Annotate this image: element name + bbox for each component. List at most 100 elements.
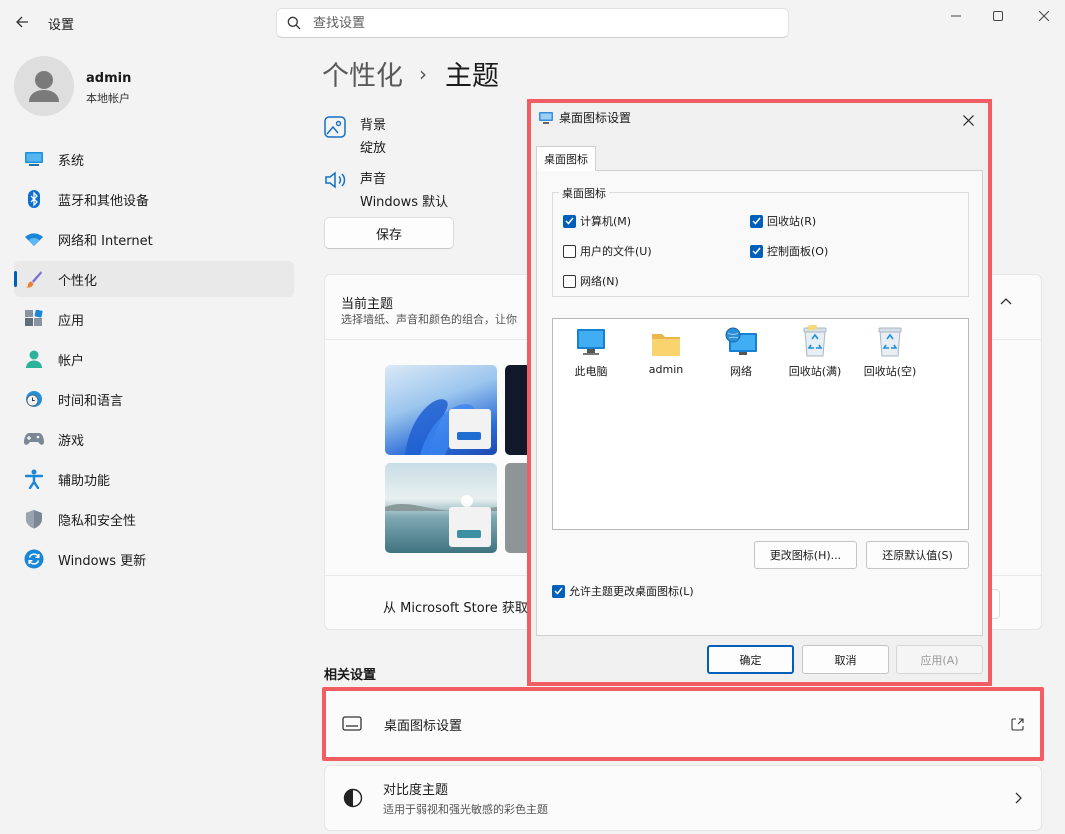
checkbox-box[interactable] [563, 274, 576, 288]
nav-label: Windows 更新 [58, 553, 147, 569]
thumbnail-window-preview [449, 507, 491, 547]
bluetooth-icon [24, 189, 44, 209]
checkbox-box[interactable] [563, 214, 576, 228]
dialog-tab-panel: 桌面图标 计算机(M) 回收站(R) 用户的文件(U) 控制面板(O) 网络(N… [536, 170, 983, 636]
checkbox-label: 网络(N) [580, 275, 619, 288]
current-theme-subtitle: 选择墙纸、声音和颜色的组合，让你 [341, 313, 517, 326]
contrast-themes-subtitle: 适用于弱视和强光敏感的彩色主题 [383, 803, 548, 816]
checkbox-computer[interactable]: 计算机(M) [563, 213, 631, 229]
app-title: 设置 [48, 18, 75, 33]
breadcrumb-separator: › [419, 61, 427, 86]
apply-button[interactable]: 应用(A) [896, 645, 983, 674]
speaker-icon [324, 170, 348, 190]
sound-title: 声音 [360, 172, 387, 187]
breadcrumb-parent[interactable]: 个性化 [322, 54, 403, 93]
dialog-close-button[interactable] [956, 109, 980, 131]
desktop-icon [342, 716, 362, 732]
contrast-themes-link[interactable]: 对比度主题 适用于弱视和强光敏感的彩色主题 [324, 765, 1042, 831]
cancel-button[interactable]: 取消 [802, 645, 889, 674]
nav-item-privacy[interactable]: 隐私和安全性 [14, 501, 294, 537]
wifi-icon [24, 229, 44, 249]
theme-thumbnail-windows-dark[interactable] [505, 365, 527, 455]
theme-thumbnail-captured-motion[interactable] [505, 463, 527, 553]
folder-icon [651, 323, 681, 357]
close-icon [962, 114, 974, 126]
restore-default-button[interactable]: 还原默认值(S) [866, 541, 969, 569]
save-theme-button[interactable]: 保存 [324, 217, 454, 249]
checkbox-allow-theme-change[interactable]: 允许主题更改桌面图标(L) [552, 583, 694, 599]
checkbox-box[interactable] [750, 244, 763, 258]
user-name: admin [86, 71, 132, 86]
theme-thumbnail-glow[interactable] [385, 463, 497, 553]
icon-label: admin [648, 363, 684, 376]
nav-item-apps[interactable]: 应用 [14, 301, 294, 337]
nav-label: 时间和语言 [58, 393, 124, 409]
page-title: 主题 [445, 61, 499, 92]
nav-label: 系统 [58, 153, 85, 169]
ok-button[interactable]: 确定 [707, 645, 794, 674]
network-icon [724, 323, 758, 357]
icon-item-recycle-bin-empty[interactable]: 回收站(空) [854, 323, 926, 379]
checkbox-box[interactable] [552, 584, 565, 598]
update-icon [24, 549, 44, 569]
checkbox-recycle-bin[interactable]: 回收站(R) [750, 213, 816, 229]
checkbox-box[interactable] [750, 214, 763, 228]
external-link-icon [1011, 717, 1024, 731]
contrast-themes-title: 对比度主题 [383, 783, 449, 798]
nav-label: 隐私和安全性 [58, 513, 137, 529]
maximize-icon [993, 11, 1003, 21]
nav-item-windows-update[interactable]: Windows 更新 [14, 541, 294, 577]
nav-item-accounts[interactable]: 帐户 [14, 341, 294, 377]
gamepad-icon [24, 429, 44, 449]
sound-setting[interactable]: 声音 Windows 默认 [324, 168, 448, 210]
checkbox-box[interactable] [563, 244, 576, 258]
minimize-icon [951, 15, 961, 17]
nav-item-personalization[interactable]: 个性化 [14, 261, 294, 297]
tab-desktop-icons[interactable]: 桌面图标 [536, 146, 596, 171]
account-type: 本地帐户 [86, 92, 130, 105]
change-icon-button[interactable]: 更改图标(H)... [754, 541, 857, 569]
checkbox-user-files[interactable]: 用户的文件(U) [563, 243, 652, 259]
related-settings-heading: 相关设置 [324, 668, 377, 683]
user-avatar-icon [29, 71, 59, 102]
desktop-icon-settings-link[interactable]: 桌面图标设置 [322, 687, 1044, 761]
search-input[interactable] [313, 15, 713, 31]
maximize-button[interactable] [973, 0, 1023, 32]
icon-item-this-pc[interactable]: 此电脑 [555, 323, 627, 379]
nav-label: 游戏 [58, 433, 85, 449]
checkbox-network[interactable]: 网络(N) [563, 273, 619, 289]
close-window-button[interactable] [1019, 0, 1065, 32]
theme-thumbnail-windows-light[interactable] [385, 365, 497, 455]
sidebar-nav: 系统 蓝牙和其他设备 网络和 Internet 个性化 应用 帐户 时间和语言 … [14, 141, 294, 581]
icon-item-network[interactable]: 网络 [705, 323, 777, 379]
nav-label: 蓝牙和其他设备 [58, 193, 150, 209]
checkbox-control-panel[interactable]: 控制面板(O) [750, 243, 828, 259]
chevron-up-icon[interactable] [1000, 297, 1012, 305]
nav-item-system[interactable]: 系统 [14, 141, 294, 177]
desktop-icons-list[interactable]: 此电脑 admin 网络 回收站(满) 回收站(空) [552, 318, 969, 530]
icon-item-user-folder[interactable]: admin [630, 323, 702, 376]
checkbox-label: 允许主题更改桌面图标(L) [569, 585, 694, 598]
globe-clock-icon [24, 389, 44, 409]
search-box[interactable] [276, 8, 789, 38]
apps-icon [24, 309, 44, 329]
checkbox-label: 计算机(M) [580, 215, 632, 228]
nav-item-network[interactable]: 网络和 Internet [14, 221, 294, 257]
nav-item-accessibility[interactable]: 辅助功能 [14, 461, 294, 497]
background-setting[interactable]: 背景 绽放 [324, 114, 386, 156]
icon-item-recycle-bin-full[interactable]: 回收站(满) [779, 323, 851, 379]
nav-item-gaming[interactable]: 游戏 [14, 421, 294, 457]
nav-label: 帐户 [58, 353, 85, 369]
group-label: 桌面图标 [559, 185, 609, 201]
nav-item-time-language[interactable]: 时间和语言 [14, 381, 294, 417]
checkbox-label: 回收站(R) [767, 215, 817, 228]
search-icon [287, 16, 301, 30]
avatar[interactable] [14, 56, 74, 116]
nav-item-bluetooth[interactable]: 蓝牙和其他设备 [14, 181, 294, 217]
icon-label: 回收站(空) [863, 365, 917, 378]
chevron-right-icon [1015, 792, 1023, 804]
picture-icon [324, 116, 348, 138]
back-button[interactable] [8, 8, 36, 36]
recycle-bin-full-icon [802, 323, 828, 357]
brush-icon [24, 269, 44, 289]
